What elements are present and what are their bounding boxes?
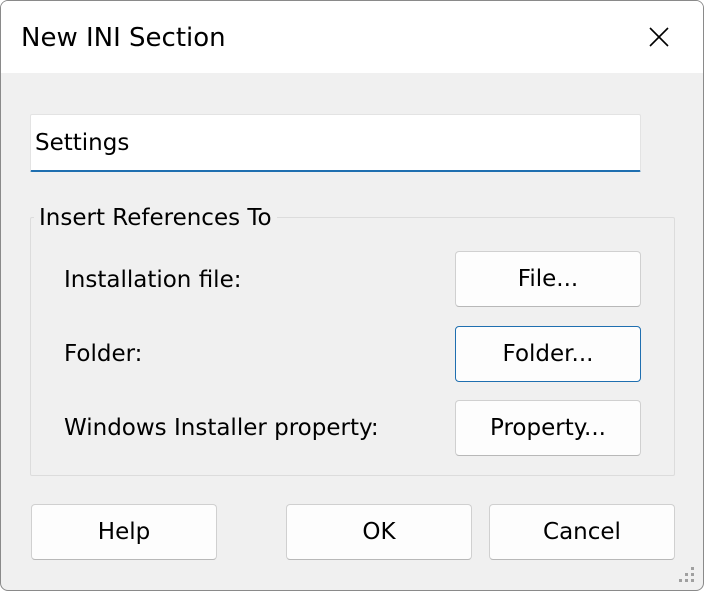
folder-button[interactable]: Folder... — [455, 326, 641, 382]
new-ini-section-dialog: New INI Section Insert References To Ins… — [0, 0, 704, 591]
help-button[interactable]: Help — [31, 504, 217, 560]
file-button[interactable]: File... — [455, 251, 641, 307]
insert-references-label: Insert References To — [34, 203, 277, 233]
property-button[interactable]: Property... — [455, 400, 641, 456]
cancel-button[interactable]: Cancel — [489, 504, 675, 560]
folder-label: Folder: — [64, 341, 143, 367]
dialog-title: New INI Section — [21, 23, 226, 53]
section-name-input[interactable] — [30, 114, 641, 172]
close-icon — [649, 27, 669, 47]
close-button[interactable] — [637, 15, 681, 59]
ok-button[interactable]: OK — [286, 504, 472, 560]
windows-installer-property-label: Windows Installer property: — [64, 415, 379, 441]
resize-grip-icon[interactable] — [675, 563, 697, 585]
installation-file-label: Installation file: — [64, 267, 242, 293]
title-bar: New INI Section — [1, 1, 703, 73]
